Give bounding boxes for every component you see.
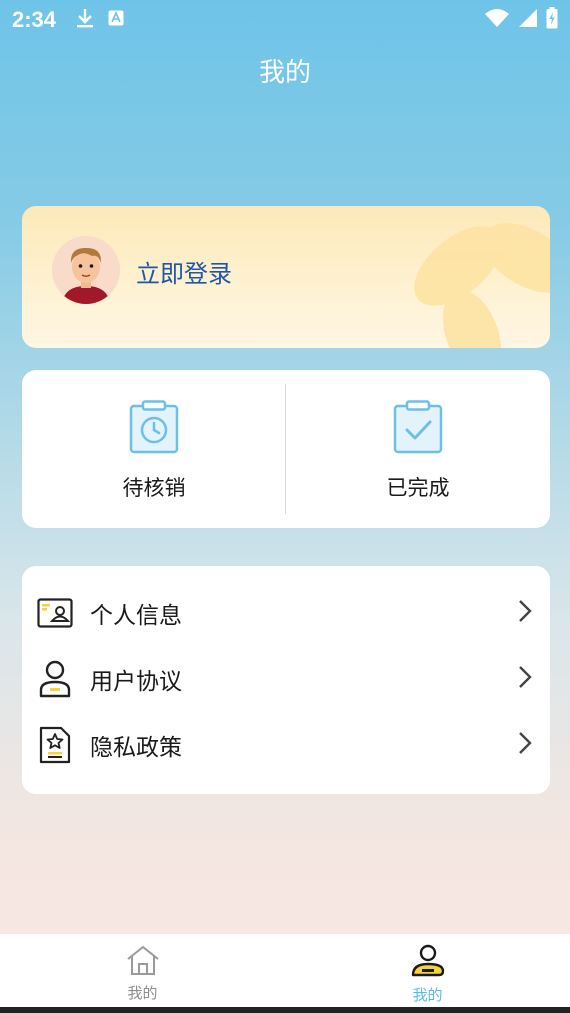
status-notifications [76,8,124,32]
keyboard-a-icon [108,10,124,30]
nav-tab-home[interactable]: 我的 [0,934,285,1007]
menu-item-user-agreement[interactable]: 用户协议 [22,646,550,712]
order-pending-label: 待核销 [122,476,186,500]
clipboard-clock-icon [129,400,179,458]
menu-item-label: 隐私政策 [90,735,182,761]
menu-item-privacy-policy[interactable]: 隐私政策 [22,712,550,778]
menu-card: 个人信息 用户协议 隐私政策 [22,566,550,794]
status-time: 2:34 [12,7,57,32]
login-card[interactable]: 立即登录 [22,206,550,348]
chevron-right-icon [518,731,532,759]
chevron-right-icon [518,599,532,627]
document-star-icon [36,726,74,764]
status-system-icons [484,7,558,33]
nav-tab-mine[interactable]: 我的 [285,934,570,1007]
chevron-right-icon [518,665,532,693]
orders-card: 待核销 已完成 [22,370,550,528]
id-card-icon [36,594,74,632]
nav-tab-label: 我的 [412,986,443,1004]
download-icon [76,8,94,32]
menu-item-personal-info[interactable]: 个人信息 [22,580,550,646]
menu-item-label: 个人信息 [90,603,182,629]
home-icon [125,944,161,980]
page-title: 我的 [258,58,311,88]
battery-icon [546,7,558,33]
wifi-icon [484,8,510,32]
status-bar: 2:34 [0,0,570,40]
clipboard-check-icon [393,400,443,458]
clover-decoration [414,223,550,348]
gesture-bar [0,1007,570,1013]
avatar [52,236,120,304]
bottom-nav: 我的 我的 [0,934,570,1007]
login-link[interactable]: 立即登录 [136,254,232,289]
profile-icon [410,944,446,982]
user-icon [36,660,74,698]
order-completed-label: 已完成 [386,476,450,500]
nav-tab-label: 我的 [127,984,158,1002]
order-completed[interactable]: 已完成 [286,370,550,528]
signal-icon [518,8,538,32]
menu-item-label: 用户协议 [90,669,182,695]
order-pending[interactable]: 待核销 [22,370,286,528]
